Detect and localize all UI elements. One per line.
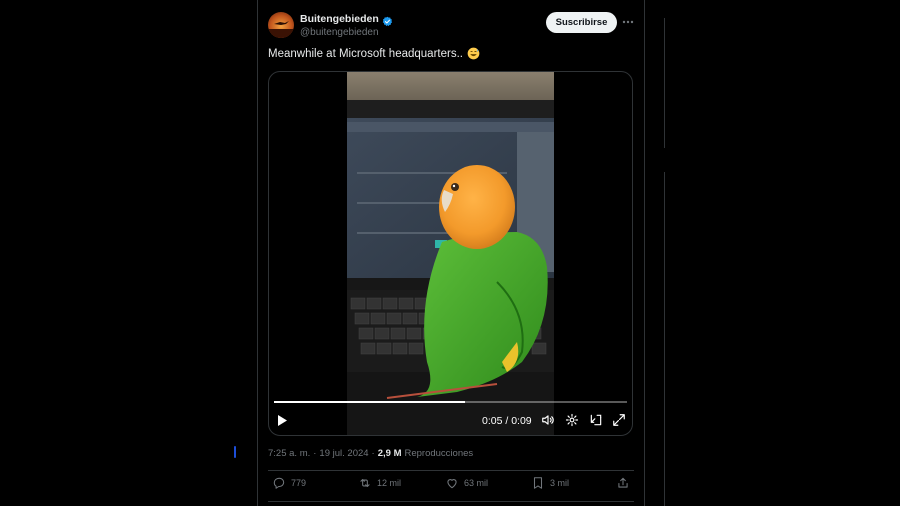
bookmark-icon: [533, 477, 543, 489]
avatar-sunset-bird-icon: [268, 21, 294, 38]
settings-gear-icon[interactable]: [565, 413, 579, 427]
tweet-card: Buitengebieden @buitengebieden Suscribir…: [258, 0, 644, 506]
heart-icon: [447, 479, 457, 489]
author-name-row[interactable]: Buitengebieden: [300, 13, 393, 26]
sidebar-divider: [664, 18, 665, 148]
reply-icon: [273, 477, 285, 489]
bookmark-button[interactable]: 3 mil: [531, 476, 569, 490]
video-progress-fill: [274, 401, 465, 403]
pip-icon[interactable]: [589, 413, 603, 427]
meta-divider: [268, 470, 634, 471]
actions-divider: [268, 501, 634, 502]
more-horizontal-icon[interactable]: [622, 16, 634, 28]
author-handle[interactable]: @buitengebieden: [300, 27, 379, 38]
tweet-meta: 7:25 a. m. · 19 jul. 2024 · 2,9 M Reprod…: [268, 448, 473, 459]
author-display-name[interactable]: Buitengebieden: [300, 13, 379, 25]
video-progress-bar[interactable]: [274, 401, 627, 403]
meta-separator-2: ·: [371, 448, 375, 459]
tweet-text: Meanwhile at Microsoft headquarters..: [268, 47, 480, 60]
repost-count: 12 mil: [377, 478, 402, 488]
sidebar-divider-lower: [664, 172, 665, 506]
parrot-video-image: [347, 72, 554, 435]
reply-button[interactable]: 779: [272, 476, 306, 490]
fullscreen-icon[interactable]: [612, 413, 626, 427]
video-time-display: 0:05 / 0:09: [482, 415, 532, 427]
avatar[interactable]: [268, 12, 294, 38]
share-icon: [618, 477, 628, 488]
tweet-time[interactable]: 7:25 a. m.: [268, 448, 310, 459]
views-count: 2,9 M: [377, 448, 402, 459]
like-count: 63 mil: [464, 478, 489, 488]
tweet-text-content: Meanwhile at Microsoft headquarters..: [268, 47, 463, 60]
timeline-right-border: [644, 0, 645, 506]
grinning-sweat-emoji-icon: [467, 47, 480, 60]
views-label: Reproducciones: [404, 448, 474, 459]
volume-icon[interactable]: [541, 413, 555, 427]
share-button[interactable]: [616, 476, 630, 490]
tweet-actions: 779 12 mil 63 mil 3 mil: [268, 476, 634, 496]
verified-badge-icon: [382, 14, 393, 26]
bookmark-count: 3 mil: [550, 478, 570, 488]
meta-separator: ·: [313, 448, 317, 459]
subscribe-button[interactable]: Suscribirse: [546, 12, 617, 33]
tweet-date[interactable]: 19 jul. 2024: [319, 448, 368, 459]
video-controls: 0:05 / 0:09: [269, 410, 632, 432]
scroll-indicator: [234, 446, 236, 458]
video-player[interactable]: 0:05 / 0:09: [268, 71, 633, 436]
repost-button[interactable]: 12 mil: [358, 476, 401, 490]
reply-count: 779: [291, 478, 307, 488]
video-frame[interactable]: [347, 72, 554, 435]
like-button[interactable]: 63 mil: [445, 476, 488, 490]
repost-icon: [360, 478, 370, 488]
play-icon[interactable]: [275, 413, 289, 427]
